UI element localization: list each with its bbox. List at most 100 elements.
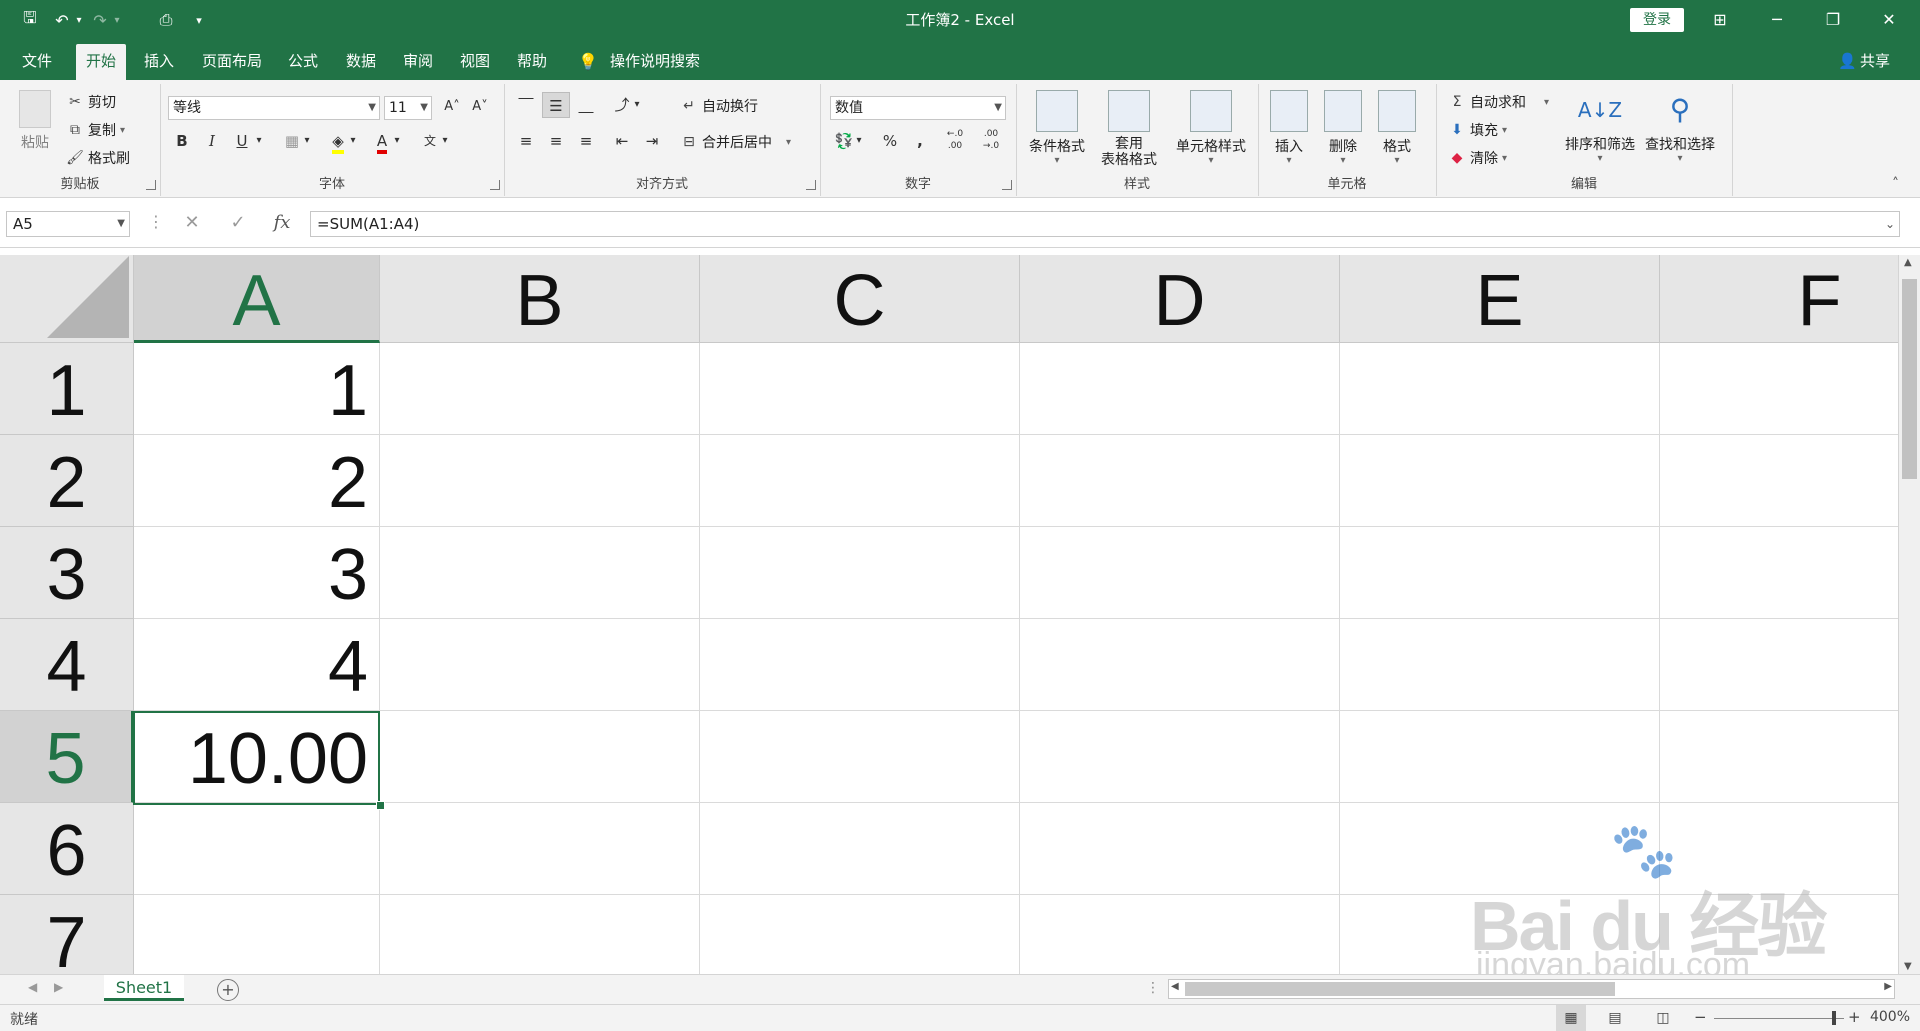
- delete-cells-button[interactable]: 删除 ▾: [1316, 90, 1370, 166]
- select-all-button[interactable]: [0, 255, 134, 343]
- align-center-icon[interactable]: ≡: [542, 128, 570, 154]
- tab-insert[interactable]: 插入: [134, 44, 184, 80]
- scroll-right-icon[interactable]: ▶: [1884, 981, 1892, 992]
- zoom-in-button[interactable]: +: [1848, 1008, 1861, 1026]
- borders-dropdown-icon[interactable]: ▾: [300, 128, 314, 154]
- minimize-icon[interactable]: ─: [1754, 6, 1800, 34]
- align-left-icon[interactable]: ≡: [512, 128, 540, 154]
- fill-handle[interactable]: [376, 801, 385, 810]
- column-header-e[interactable]: E: [1340, 255, 1660, 343]
- alignment-launcher-icon[interactable]: [806, 180, 816, 190]
- percent-button[interactable]: %: [876, 128, 904, 154]
- sort-filter-button[interactable]: A↓Z 排序和筛选 ▾: [1560, 90, 1640, 164]
- increase-decimal-button[interactable]: ←.0 .00: [940, 128, 970, 154]
- merge-center-button[interactable]: ⊟ 合并后居中 ▾: [680, 132, 791, 152]
- name-box[interactable]: A5 ▼: [6, 211, 130, 237]
- row-header-7[interactable]: 7: [0, 895, 134, 974]
- row-header-4[interactable]: 4: [0, 619, 134, 711]
- tab-view[interactable]: 视图: [450, 44, 500, 80]
- vertical-scroll-thumb[interactable]: [1902, 279, 1917, 479]
- column-header-b[interactable]: B: [380, 255, 700, 343]
- tab-file[interactable]: 文件: [12, 44, 62, 80]
- cell-styles-button[interactable]: 单元格样式 ▾: [1166, 90, 1256, 166]
- add-sheet-icon[interactable]: +: [217, 979, 239, 1001]
- prev-sheet-icon[interactable]: ◀: [28, 980, 37, 994]
- scroll-up-icon[interactable]: ▲: [1904, 257, 1912, 268]
- decrease-decimal-button[interactable]: .00 →.0: [976, 128, 1006, 154]
- row-header-5[interactable]: 5: [0, 711, 134, 803]
- enter-icon[interactable]: ✓: [224, 210, 252, 236]
- tell-me-search[interactable]: 操作说明搜索: [610, 44, 700, 80]
- orientation-dropdown-icon[interactable]: ▾: [630, 92, 644, 118]
- autosum-button[interactable]: Σ 自动求和 ▾: [1448, 92, 1549, 112]
- normal-view-icon[interactable]: ▦: [1556, 1005, 1586, 1031]
- tab-help[interactable]: 帮助: [507, 44, 557, 80]
- column-header-c[interactable]: C: [700, 255, 1020, 343]
- cell-a1[interactable]: 1: [134, 343, 380, 435]
- column-header-f[interactable]: F: [1660, 255, 1898, 343]
- close-icon[interactable]: ✕: [1866, 6, 1912, 34]
- splitter-grip-icon[interactable]: ⋮: [1146, 980, 1160, 996]
- wrap-text-button[interactable]: ↵ 自动换行: [680, 96, 758, 116]
- bold-button[interactable]: B: [168, 128, 196, 154]
- number-launcher-icon[interactable]: [1002, 180, 1012, 190]
- row-header-6[interactable]: 6: [0, 803, 134, 895]
- row-header-1[interactable]: 1: [0, 343, 134, 435]
- vertical-scrollbar[interactable]: ▲ ▼: [1898, 255, 1920, 974]
- insert-function-icon[interactable]: fx: [268, 210, 296, 236]
- column-header-d[interactable]: D: [1020, 255, 1340, 343]
- sheet-tab-sheet1[interactable]: Sheet1: [104, 975, 184, 1001]
- ribbon-display-icon[interactable]: ⊞: [1697, 6, 1743, 34]
- cell-a3[interactable]: 3: [134, 527, 380, 619]
- paste-button[interactable]: 粘贴: [6, 90, 64, 152]
- font-name-select[interactable]: 等线 ▼: [168, 96, 380, 120]
- zoom-level[interactable]: 400%: [1870, 1009, 1910, 1025]
- tab-formulas[interactable]: 公式: [278, 44, 328, 80]
- format-painter-button[interactable]: 🖌 格式刷: [66, 148, 130, 168]
- tab-review[interactable]: 审阅: [393, 44, 443, 80]
- copy-button[interactable]: ⧉ 复制 ▾: [66, 120, 125, 140]
- zoom-slider[interactable]: [1714, 1018, 1844, 1019]
- formula-input[interactable]: =SUM(A1:A4) ⌄: [310, 211, 1900, 237]
- shrink-font-button[interactable]: A˅: [466, 94, 494, 120]
- decrease-indent-icon[interactable]: ⇤: [608, 128, 636, 154]
- italic-button[interactable]: I: [198, 128, 226, 154]
- grow-font-button[interactable]: A˄: [438, 94, 466, 120]
- fill-button[interactable]: ⬇ 填充 ▾: [1448, 120, 1507, 140]
- row-header-2[interactable]: 2: [0, 435, 134, 527]
- scroll-down-icon[interactable]: ▼: [1904, 961, 1912, 972]
- page-layout-view-icon[interactable]: ▤: [1600, 1005, 1630, 1031]
- font-size-select[interactable]: 11 ▼: [384, 96, 432, 120]
- horizontal-scrollbar[interactable]: ◀ ▶: [1168, 979, 1895, 999]
- next-sheet-icon[interactable]: ▶: [54, 980, 63, 994]
- page-break-view-icon[interactable]: ◫: [1648, 1005, 1678, 1031]
- fill-color-dropdown-icon[interactable]: ▾: [346, 128, 360, 154]
- increase-indent-icon[interactable]: ⇥: [638, 128, 666, 154]
- align-right-icon[interactable]: ≡: [572, 128, 600, 154]
- insert-cells-button[interactable]: 插入 ▾: [1262, 90, 1316, 166]
- row-header-3[interactable]: 3: [0, 527, 134, 619]
- tab-data[interactable]: 数据: [336, 44, 386, 80]
- horizontal-scroll-thumb[interactable]: [1185, 982, 1615, 996]
- currency-dropdown-icon[interactable]: ▾: [852, 128, 866, 154]
- clipboard-launcher-icon[interactable]: [146, 180, 156, 190]
- tab-home[interactable]: 开始: [76, 44, 127, 80]
- zoom-slider-knob[interactable]: [1832, 1011, 1836, 1025]
- font-color-dropdown-icon[interactable]: ▾: [390, 128, 404, 154]
- conditional-format-button[interactable]: 条件格式 ▾: [1022, 90, 1092, 166]
- share-button[interactable]: 共享: [1860, 44, 1890, 80]
- phonetic-dropdown-icon[interactable]: ▾: [438, 128, 452, 154]
- cancel-icon[interactable]: ✕: [178, 210, 206, 236]
- restore-icon[interactable]: ❐: [1810, 6, 1856, 34]
- column-header-a[interactable]: A: [134, 255, 380, 343]
- cell-a4[interactable]: 4: [134, 619, 380, 711]
- cut-button[interactable]: ✂ 剪切: [66, 92, 116, 112]
- find-select-button[interactable]: ⚲ 查找和选择 ▾: [1640, 90, 1720, 164]
- comma-button[interactable]: ,: [906, 128, 934, 154]
- expand-formula-icon[interactable]: ⌄: [1885, 212, 1895, 236]
- login-button[interactable]: 登录: [1630, 8, 1684, 32]
- number-format-select[interactable]: 数值 ▼: [830, 96, 1006, 120]
- cell-a2[interactable]: 2: [134, 435, 380, 527]
- align-bottom-icon[interactable]: ⎽: [572, 92, 600, 118]
- align-top-icon[interactable]: ⎺: [512, 92, 540, 118]
